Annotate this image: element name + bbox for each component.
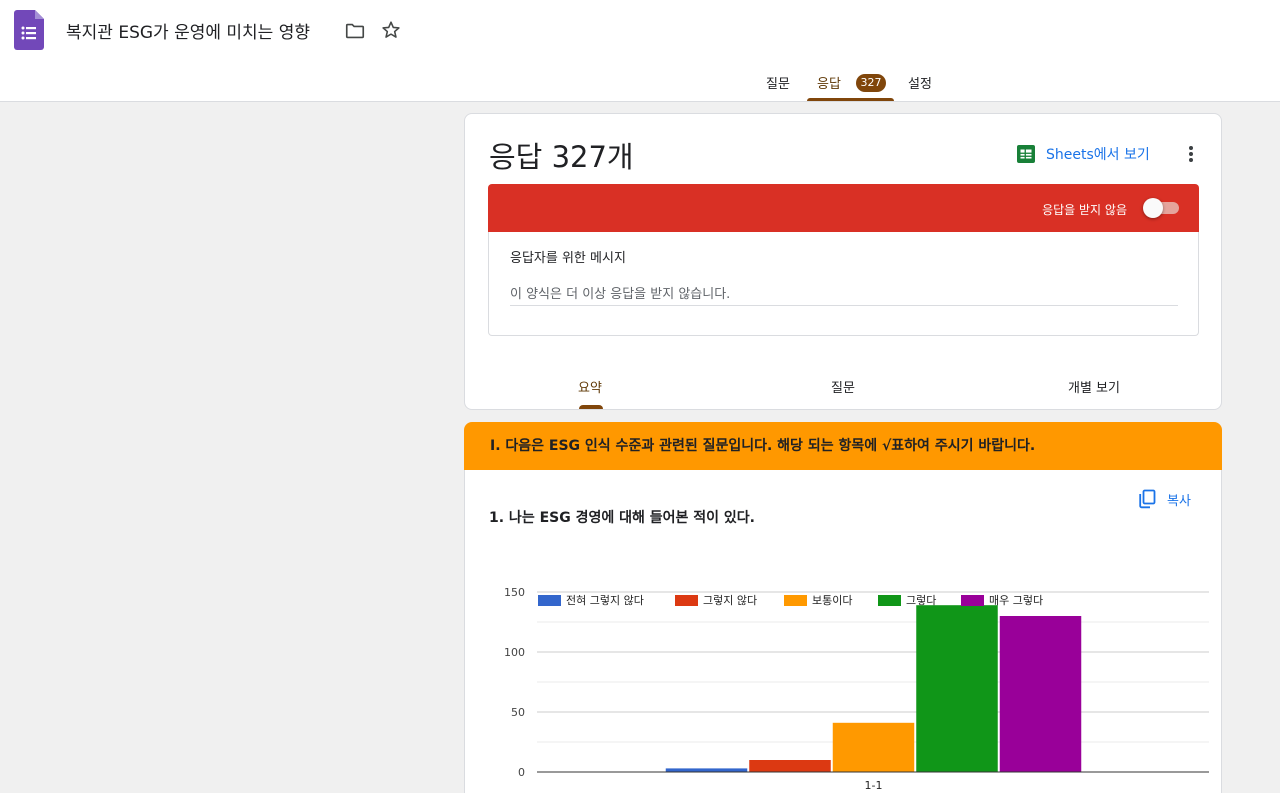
legend-label: 보통이다 — [812, 594, 852, 607]
tab-active-indicator — [807, 98, 894, 101]
response-bar-chart: 0 50 100 150 1-1 전혀 그렇지 않다 그렇지 않다 보통이다 그렇다 매우 그렇다 — [504, 586, 1209, 792]
x-tick-label: 1-1 — [865, 779, 883, 792]
bar-5 — [999, 616, 1082, 772]
toggle-knob — [1143, 198, 1163, 218]
y-tick-label: 100 — [504, 646, 525, 659]
legend-label: 매우 그렇다 — [989, 594, 1043, 607]
legend-swatch — [675, 595, 698, 606]
view-in-sheets-label: Sheets에서 보기 — [1046, 147, 1150, 163]
bar-4 — [916, 605, 998, 772]
sheets-icon — [1017, 145, 1035, 163]
responses-heading: 응답 327개 — [489, 140, 634, 174]
subtab-question[interactable]: 질문 — [831, 377, 855, 396]
respondent-message-input[interactable] — [510, 280, 1178, 306]
legend-swatch — [538, 595, 561, 606]
bar-2 — [749, 760, 831, 772]
document-title[interactable]: 복지관 ESG가 운영에 미치는 영향 — [66, 18, 310, 43]
legend-label: 전혀 그렇지 않다 — [566, 594, 644, 607]
y-tick-label: 150 — [504, 586, 525, 599]
bar-1 — [665, 768, 748, 772]
google-forms-icon[interactable] — [14, 10, 44, 50]
question-title: 1. 나는 ESG 경영에 대해 들어본 적이 있다. — [489, 510, 755, 526]
legend-swatch — [878, 595, 901, 606]
legend-label: 그렇지 않다 — [703, 594, 757, 607]
copy-icon — [1139, 489, 1156, 509]
accepting-responses-label: 응답을 받지 않음 — [1042, 203, 1127, 217]
legend-swatch — [784, 595, 807, 606]
view-in-sheets-button[interactable]: Sheets에서 보기 — [1016, 142, 1150, 166]
tab-responses[interactable]: 응답 327 — [807, 73, 894, 101]
subtab-individual[interactable]: 개별 보기 — [1068, 377, 1120, 396]
respondent-message-box: 응답자를 위한 메시지 — [488, 232, 1199, 336]
section-title: Ⅰ. 다음은 ESG 인식 수준과 관련된 질문입니다. 해당 되는 항목에 √… — [490, 438, 1036, 454]
legend-swatch — [961, 595, 984, 606]
tab-settings[interactable]: 설정 — [908, 73, 932, 101]
responses-summary-card: 응답 327개 Sheets에서 보기 응답을 받지 않음 응답자를 위한 메시… — [464, 113, 1222, 410]
accepting-responses-toggle[interactable] — [1143, 198, 1179, 218]
star-icon[interactable] — [380, 19, 402, 41]
not-accepting-banner: 응답을 받지 않음 — [488, 184, 1199, 232]
respondent-message-label: 응답자를 위한 메시지 — [510, 251, 626, 266]
app-header: 복지관 ESG가 운영에 미치는 영향 질문 응답 327 설정 — [0, 0, 1280, 102]
copy-chart-button[interactable]: 복사 — [1137, 488, 1191, 510]
response-count-badge: 327 — [856, 74, 886, 92]
tab-responses-label: 응답 — [817, 77, 841, 92]
y-tick-label: 50 — [511, 706, 525, 719]
more-vert-icon[interactable] — [1179, 142, 1203, 166]
question-summary-card: 1. 나는 ESG 경영에 대해 들어본 적이 있다. 복사 0 50 100 150… — [464, 470, 1222, 793]
bar-3 — [832, 722, 915, 772]
y-tick-label: 0 — [518, 766, 525, 779]
section-header: Ⅰ. 다음은 ESG 인식 수준과 관련된 질문입니다. 해당 되는 항목에 √… — [464, 422, 1222, 470]
tab-questions[interactable]: 질문 — [766, 73, 790, 101]
subtab-summary[interactable]: 요약 — [578, 377, 602, 396]
copy-label: 복사 — [1167, 493, 1191, 509]
folder-icon[interactable] — [344, 20, 366, 42]
legend-label: 그렇다 — [906, 594, 936, 607]
subtab-active-indicator — [579, 405, 603, 409]
